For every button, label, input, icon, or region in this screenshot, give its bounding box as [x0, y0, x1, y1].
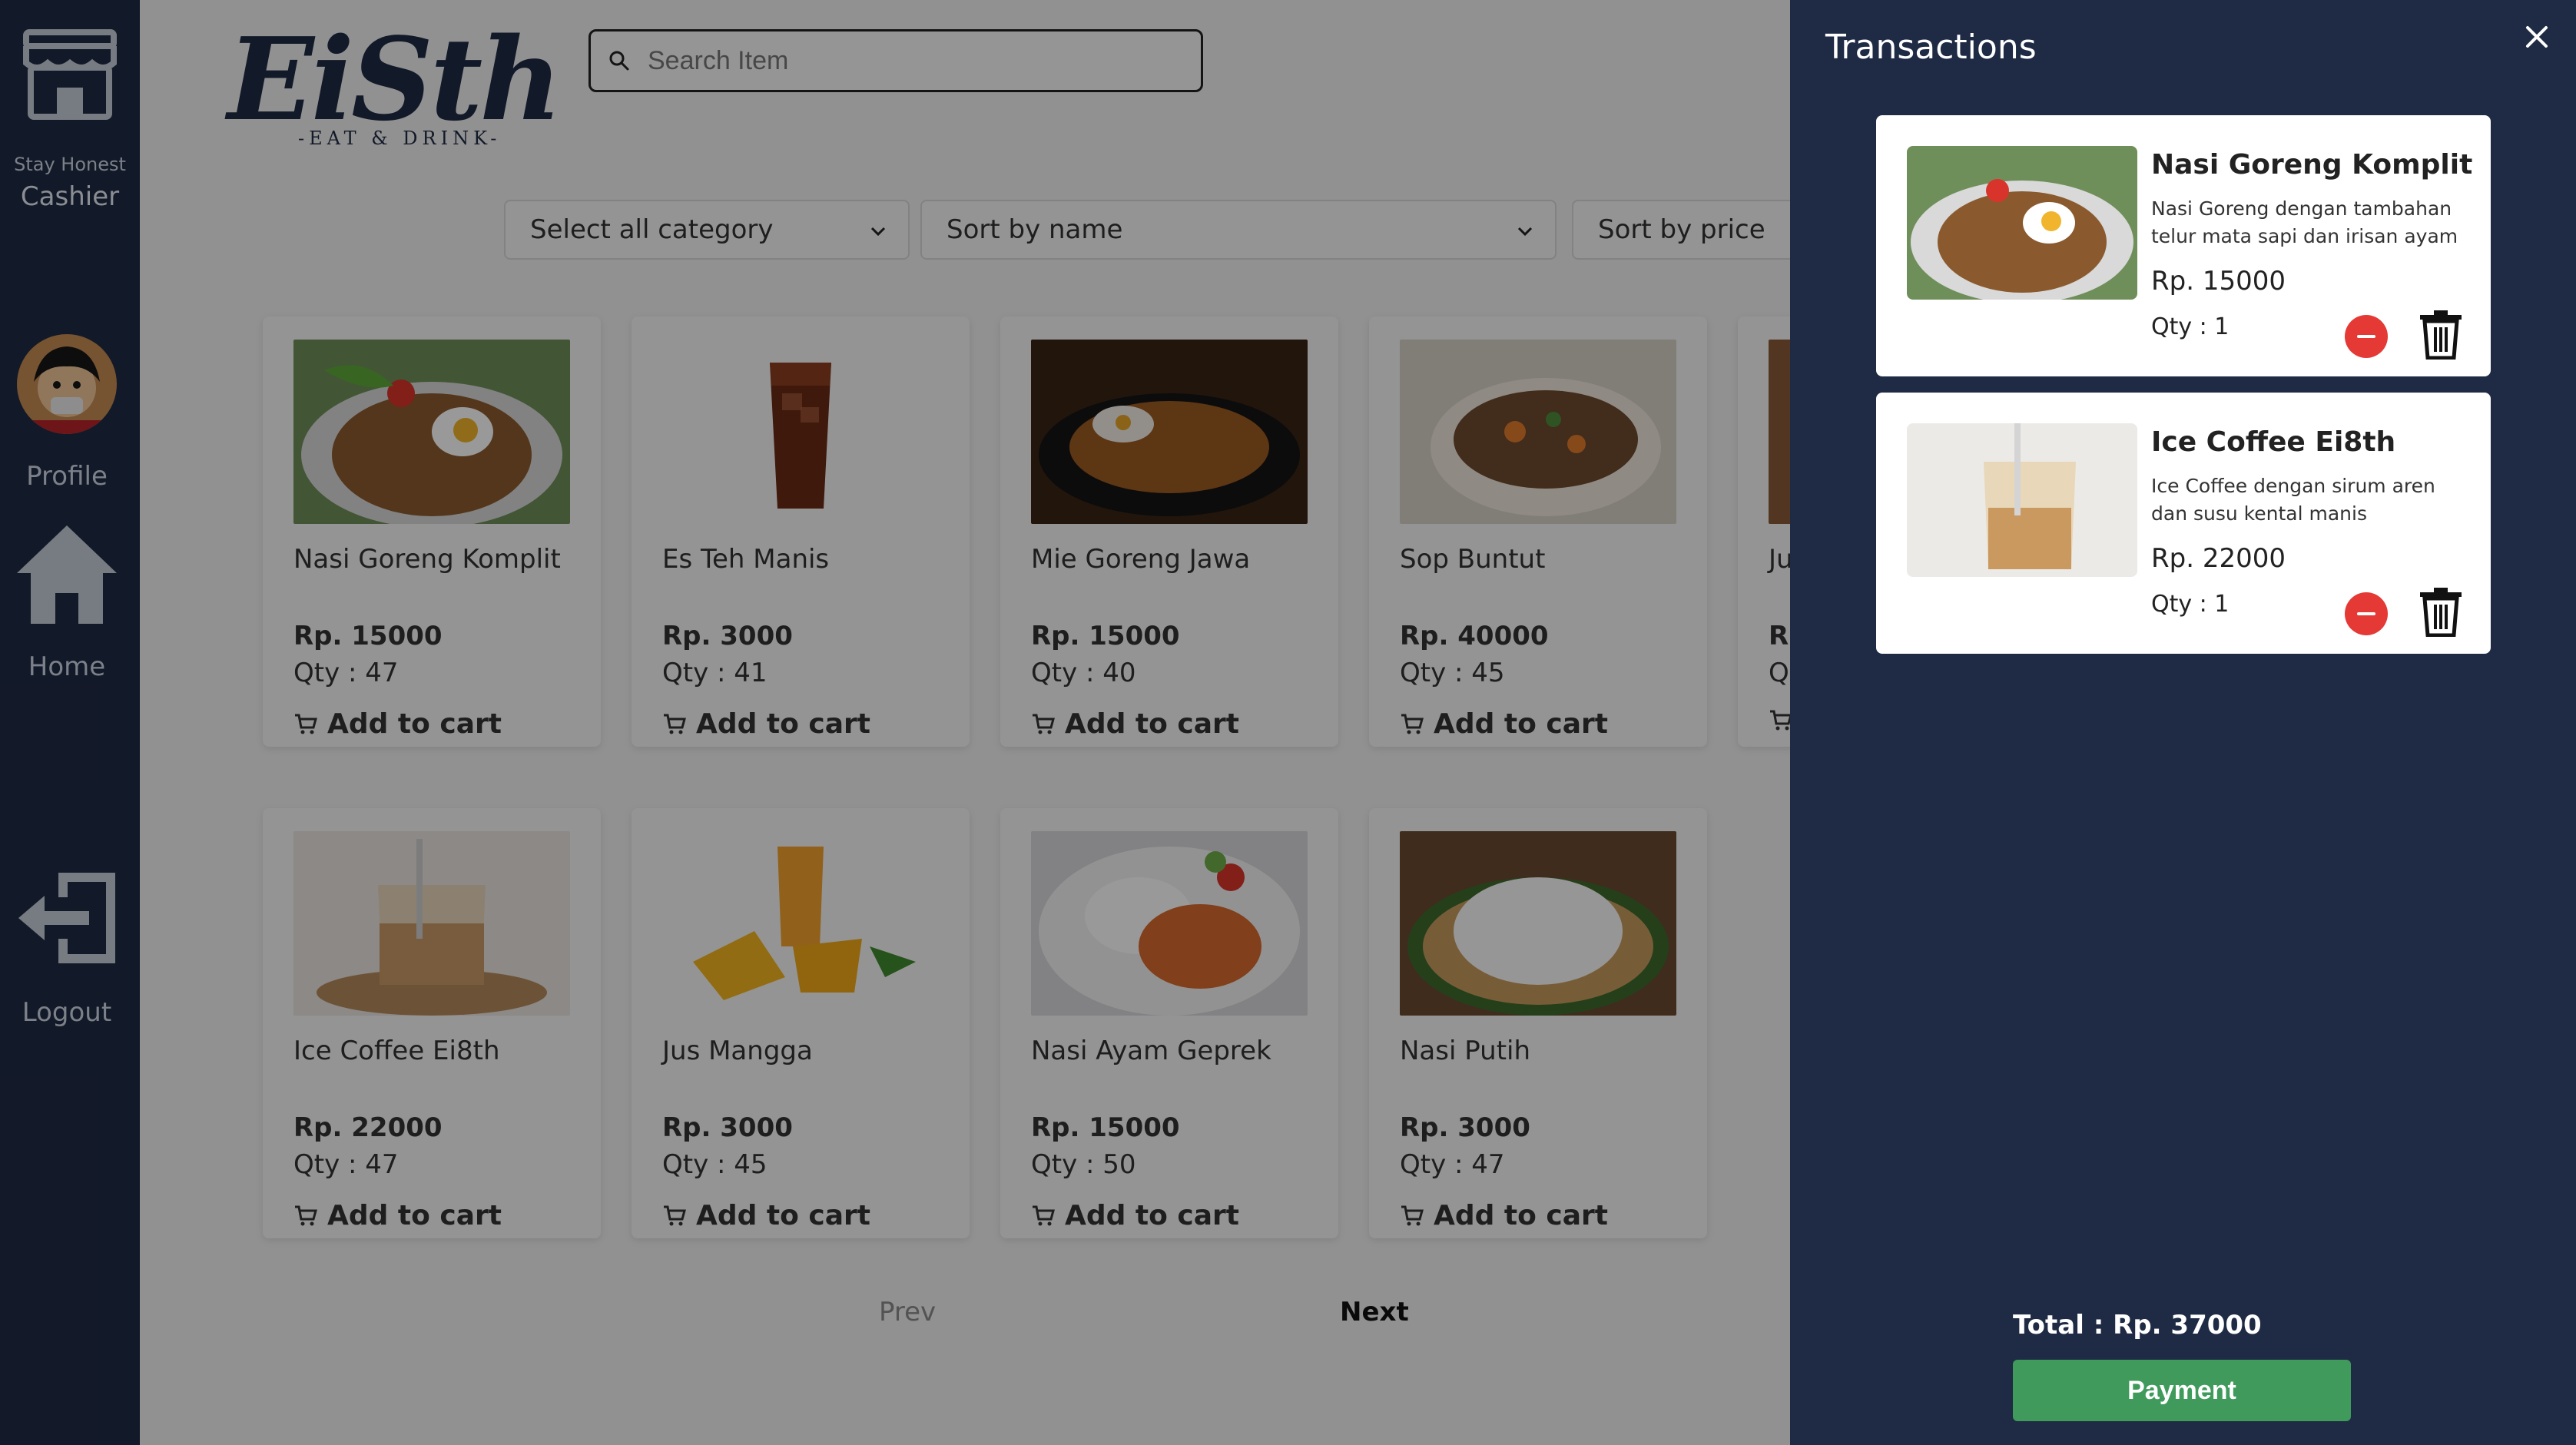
- cart-item-qty: Qty : 1: [2151, 591, 2230, 618]
- cart-item-description: Nasi Goreng dengan tambahan telur mata s…: [2151, 197, 2458, 247]
- modal-backdrop[interactable]: [0, 0, 1790, 1445]
- cart-item-image: [1907, 146, 2137, 300]
- cart-item-name: Ice Coffee Ei8th: [2151, 426, 2396, 458]
- decrease-qty-button[interactable]: [2345, 592, 2388, 635]
- cart-item-price: Rp. 15000: [2151, 266, 2286, 297]
- cart-total: Total : Rp. 37000: [2013, 1310, 2262, 1341]
- cart-item-price: Rp. 22000: [2151, 543, 2286, 574]
- transactions-panel: Transactions Nasi Goreng Komplit Nasi Go…: [1790, 0, 2576, 1445]
- cart-item-name: Nasi Goreng Komplit: [2151, 149, 2473, 181]
- cart-item-qty: Qty : 1: [2151, 313, 2230, 340]
- trash-icon[interactable]: [2419, 586, 2463, 637]
- cart-item: Ice Coffee Ei8th Ice Coffee dengan sirum…: [1876, 393, 2491, 654]
- panel-title: Transactions: [1825, 28, 2037, 67]
- close-icon[interactable]: [2523, 23, 2551, 51]
- trash-icon[interactable]: [2419, 309, 2463, 360]
- decrease-qty-button[interactable]: [2345, 315, 2388, 358]
- cart-item-description: Ice Coffee dengan sirum aren dan susu ke…: [2151, 475, 2435, 525]
- payment-button[interactable]: Payment: [2013, 1360, 2351, 1421]
- cart-item: Nasi Goreng Komplit Nasi Goreng dengan t…: [1876, 115, 2491, 376]
- cart-item-image: [1907, 423, 2137, 577]
